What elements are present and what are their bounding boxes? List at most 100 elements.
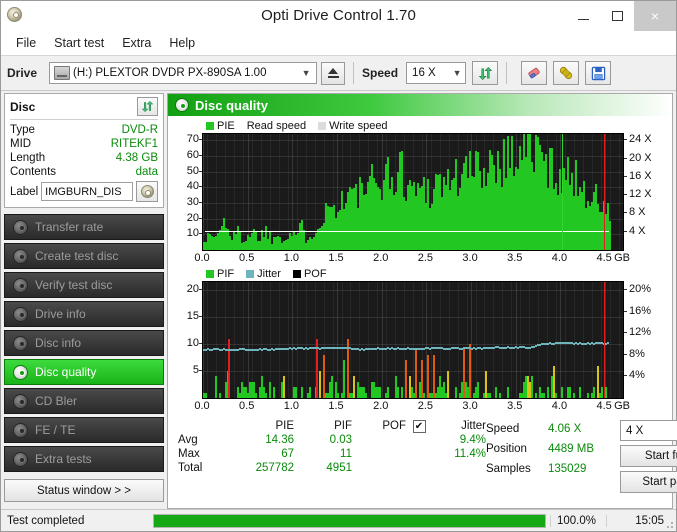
pif-bar <box>337 392 339 398</box>
sidebar-item-fe-te[interactable]: FE / TE <box>4 417 164 443</box>
jitter-checkbox[interactable]: ✔ <box>412 419 426 433</box>
jitter-point <box>607 342 609 345</box>
pif-bar <box>507 387 509 398</box>
pif-bar <box>427 354 429 398</box>
test-speed-select[interactable]: 4 X ▼ <box>620 420 677 441</box>
gridline-minor <box>529 282 530 398</box>
status-window-button[interactable]: Status window > > <box>4 479 164 502</box>
disc-quality-header: Disc quality <box>168 94 672 116</box>
gridline-minor <box>467 282 468 398</box>
pif-bar <box>579 387 581 398</box>
y2-tick-mark <box>624 175 627 177</box>
title-bar: Opti Drive Control 1.70 × <box>1 1 676 31</box>
legend-item-jitter: Jitter <box>246 268 281 280</box>
sidebar-item-disc-quality[interactable]: Disc quality <box>4 359 164 385</box>
status-bar: Test completed 100.0% 15:05 <box>1 509 676 531</box>
sidebar-item-disc-info[interactable]: Disc info <box>4 330 164 356</box>
disc-write-icon <box>13 248 28 264</box>
pie-plot <box>202 133 624 251</box>
stats-row-label-avg: Avg <box>178 434 198 446</box>
y-tick-label: 10 <box>186 227 199 240</box>
gridline-minor <box>306 282 307 398</box>
pif-bar <box>569 387 571 398</box>
speed-select[interactable]: 16 X ▼ <box>406 62 467 84</box>
main-panel: Disc quality PIE Read speed Write speed … <box>167 93 677 509</box>
sidebar-item-transfer-rate[interactable]: Transfer rate <box>4 214 164 240</box>
pif-bar <box>215 376 217 398</box>
gridline-minor <box>538 282 539 398</box>
stats-corner <box>176 425 230 427</box>
gridline-minor <box>333 282 334 398</box>
disc-row-value: data <box>135 166 158 178</box>
sidebar-item-cd-bler[interactable]: CD Bler <box>4 388 164 414</box>
sidebar-item-create-test-disc[interactable]: Create test disc <box>4 243 164 269</box>
save-button[interactable] <box>585 61 612 85</box>
eject-icon <box>328 68 339 74</box>
menu-item-help[interactable]: Help <box>160 33 204 53</box>
x-tick-label: 1.0 <box>283 400 300 412</box>
disc-label-button[interactable] <box>136 181 158 202</box>
pif-bar <box>561 387 563 398</box>
y2-tick-mark <box>624 157 627 159</box>
sidebar-item-extra-tests[interactable]: Extra tests <box>4 446 164 472</box>
disc-label-input[interactable]: IMGBURN_DIS <box>41 182 133 201</box>
eject-button[interactable] <box>321 61 346 85</box>
maximize-button[interactable] <box>600 1 634 31</box>
pif-bar <box>269 381 271 398</box>
gridline-minor <box>243 282 244 398</box>
pif-bar <box>573 392 575 398</box>
pif-bar <box>319 371 321 398</box>
disc-row-mid: MID RITEKF1 <box>10 137 158 151</box>
speed-select-value: 16 X <box>412 67 436 79</box>
speed-readout-label: Speed <box>486 423 520 435</box>
gridline <box>337 282 338 398</box>
toolbar-divider-2 <box>506 62 508 84</box>
x-tick-label: 4.0 <box>551 252 568 264</box>
gridline-minor <box>511 282 512 398</box>
pif-bar <box>495 387 497 398</box>
menu-item-extra[interactable]: Extra <box>113 33 160 53</box>
resize-grip[interactable] <box>664 519 674 529</box>
y2-tick-label: 20% <box>629 283 652 296</box>
start-full-button[interactable]: Start full <box>620 445 677 467</box>
pie-plot-wrap: 10 20 30 40 50 60 70 4 X 8 X 12 X 16 X 20 X 24 X <box>172 133 668 251</box>
marker-line-green <box>562 134 564 250</box>
pif-plot <box>202 281 624 399</box>
stats-max-pof <box>354 453 408 455</box>
gridline-minor <box>288 282 289 398</box>
y-tick-label: 20 <box>186 283 199 296</box>
sidebar-item-verify-test-disc[interactable]: Verify test disc <box>4 272 164 298</box>
erase-button[interactable] <box>521 61 548 85</box>
pif-bar <box>379 387 381 398</box>
pif-bar <box>547 387 549 398</box>
pif-bar <box>405 360 407 398</box>
pif-bar <box>555 392 557 398</box>
disc-row-key: Length <box>10 152 46 164</box>
legend-label: Read speed <box>246 120 307 132</box>
y2-tick-label: 8 X <box>629 206 646 219</box>
y-tick-label: 10 <box>186 337 199 350</box>
pif-bar <box>265 392 267 398</box>
x-tick-label: 0.0 <box>194 400 210 412</box>
marker-line-red <box>604 282 606 398</box>
menu-item-file[interactable]: File <box>7 33 45 53</box>
disc-icon <box>13 219 28 235</box>
y2-tick-label: 12% <box>629 326 652 339</box>
gridline-minor <box>565 282 566 398</box>
speed-label: Speed <box>362 66 399 80</box>
gridline <box>382 282 383 398</box>
sidebar-item-drive-info[interactable]: Drive info <box>4 301 164 327</box>
y-tick-label: 60 <box>186 148 199 161</box>
drive-select[interactable]: (H:) PLEXTOR DVDR PX-890SA 1.00 ▼ <box>49 62 318 84</box>
disc-refresh-button[interactable] <box>137 97 158 116</box>
menu-item-start-test[interactable]: Start test <box>45 33 113 53</box>
pif-bar <box>587 392 589 398</box>
refresh-button[interactable] <box>472 61 499 85</box>
gridline-minor <box>520 282 521 398</box>
gridline-minor <box>547 282 548 398</box>
start-part-button[interactable]: Start part <box>620 471 677 493</box>
drive-icon <box>54 66 71 80</box>
tools-button[interactable] <box>553 61 580 85</box>
minimize-button[interactable] <box>566 1 600 31</box>
close-button[interactable]: × <box>634 1 676 31</box>
